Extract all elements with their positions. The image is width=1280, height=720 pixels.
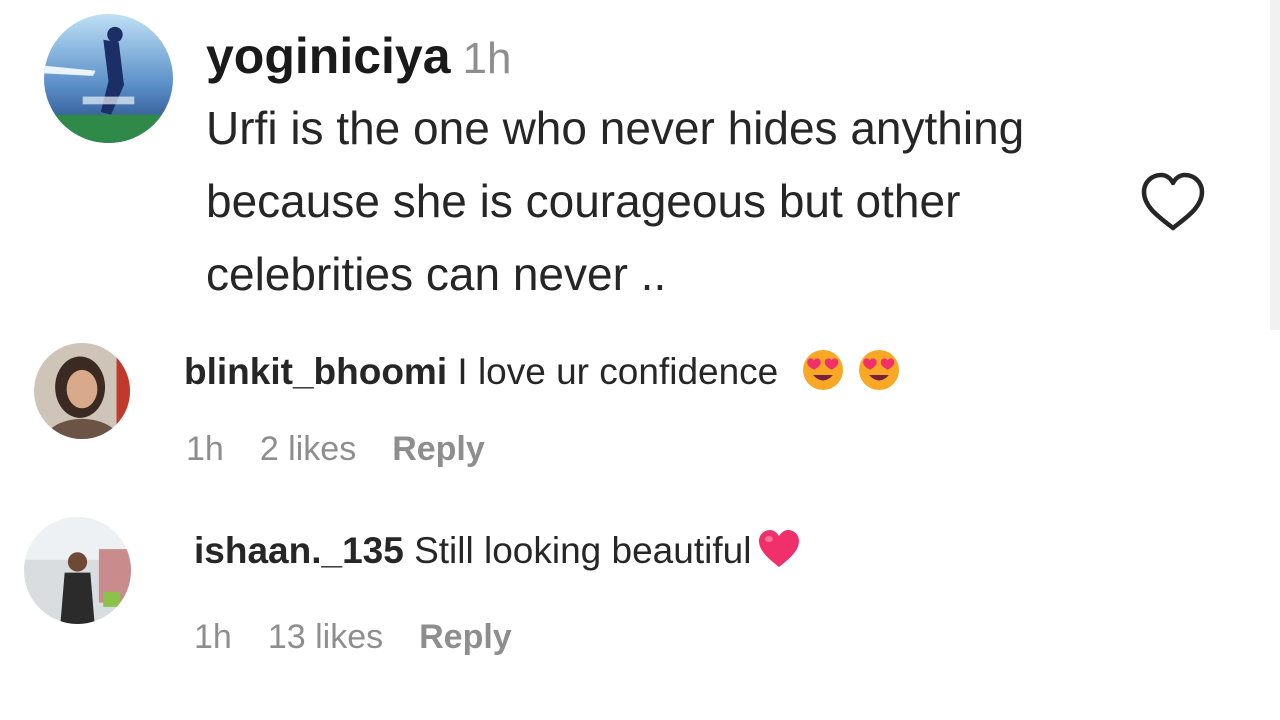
avatar[interactable]	[44, 14, 173, 143]
heart-outline-icon	[1141, 172, 1205, 231]
reply-username[interactable]: blinkit_bhoomi	[184, 351, 447, 392]
reply-likes[interactable]: 13 likes	[268, 618, 383, 656]
avatar[interactable]	[34, 343, 130, 439]
reply-text: Still looking beautiful	[414, 530, 752, 571]
scrollbar-track[interactable]	[1270, 0, 1280, 330]
avatar[interactable]	[24, 517, 131, 624]
red-heart-emoji-icon	[757, 527, 801, 571]
reply-time: 1h	[186, 430, 224, 468]
heart-eyes-emoji-icon	[857, 348, 901, 392]
reply-button[interactable]: Reply	[419, 618, 512, 656]
reply-likes[interactable]: 2 likes	[260, 430, 356, 468]
comment-text: Urfi is the one who never hides anything…	[206, 102, 1025, 300]
reply-time: 1h	[194, 618, 232, 656]
reply-text: I love ur confidence	[457, 351, 779, 392]
like-button[interactable]	[1138, 170, 1208, 234]
reply-button[interactable]: Reply	[392, 430, 485, 468]
comment-username[interactable]: yoginiciya	[206, 28, 451, 84]
comment-header: yoginiciya 1h	[206, 28, 511, 97]
reply-meta: 1h 13 likes Reply	[194, 615, 548, 659]
reply-meta: 1h 2 likes Reply	[186, 427, 521, 471]
reply-line: ishaan._135 Still looking beautiful	[194, 527, 801, 575]
reply-username[interactable]: ishaan._135	[194, 530, 404, 571]
comment-time: 1h	[462, 34, 512, 83]
reply-line: blinkit_bhoomi I love ur confidence	[184, 348, 901, 396]
heart-eyes-emoji-icon	[801, 348, 845, 392]
